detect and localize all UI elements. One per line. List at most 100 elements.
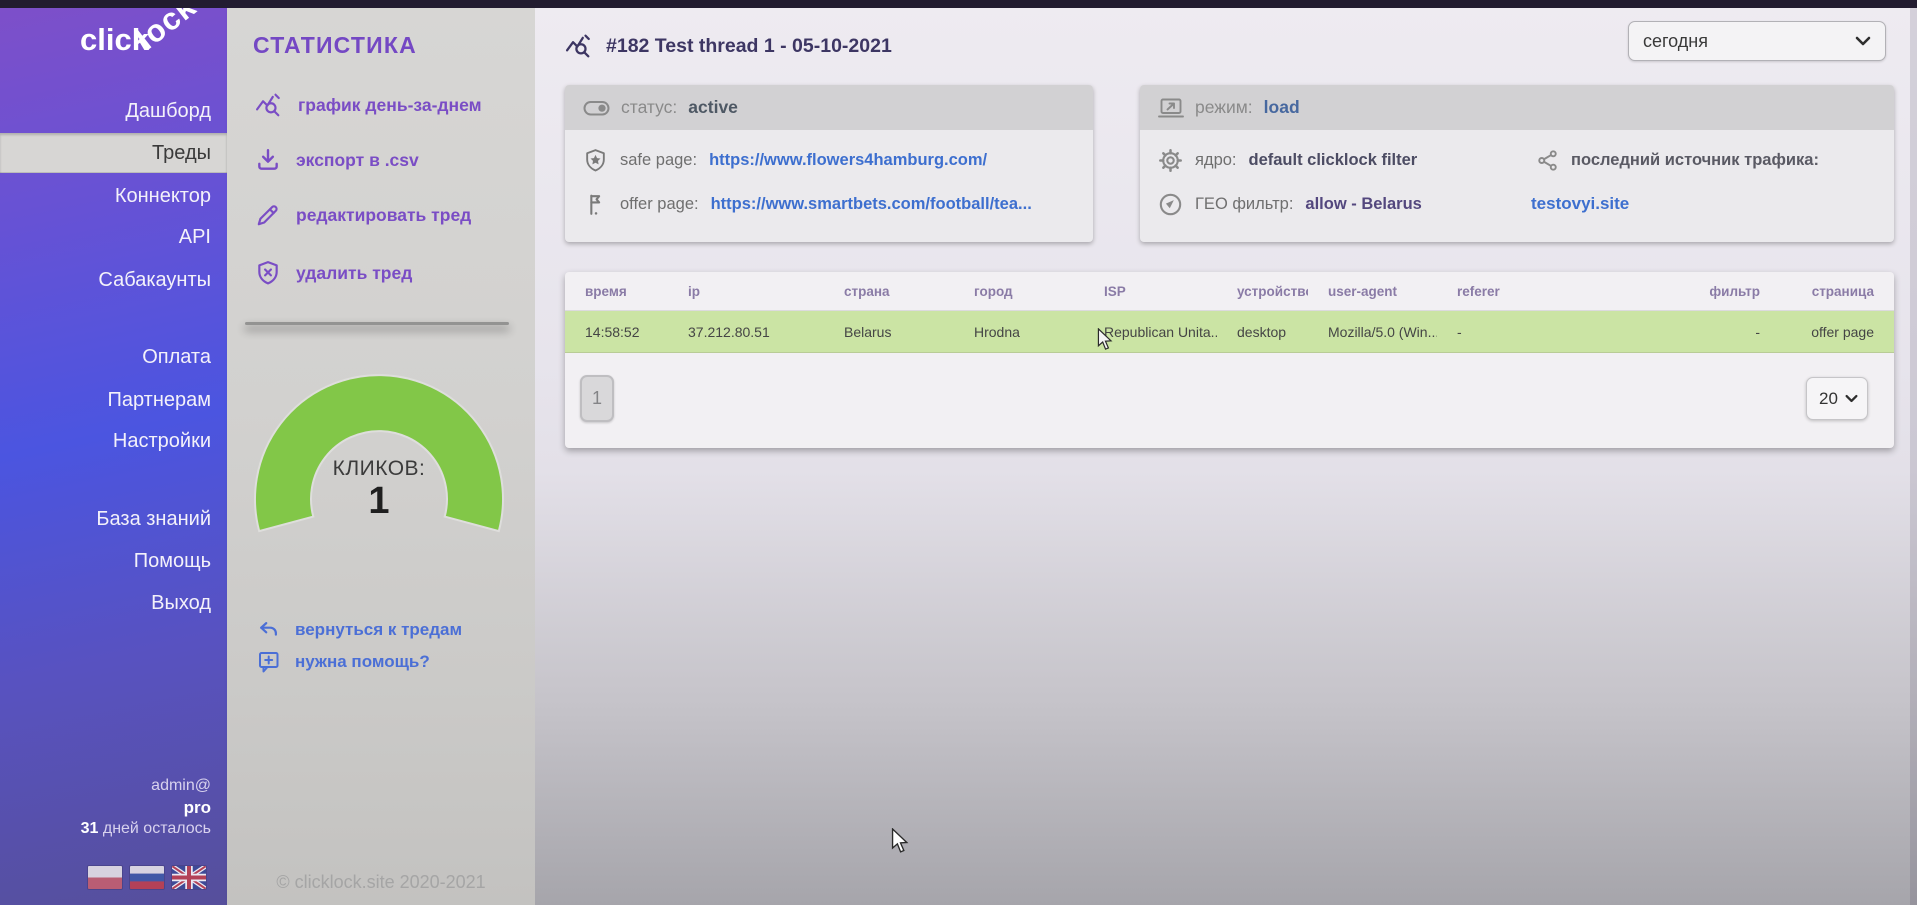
shield-x-icon [255, 260, 281, 286]
sidebar-item-dashboard[interactable]: Дашборд [0, 91, 227, 131]
chevron-down-icon [1845, 394, 1858, 403]
status-value: active [688, 97, 738, 118]
sidebar-item-partners[interactable]: Партнерам [0, 380, 227, 420]
col-device: устройство [1217, 272, 1308, 311]
sidebar-item-logout[interactable]: Выход [0, 583, 227, 623]
clicklock-logo: clicklock [80, 22, 215, 58]
date-range-select[interactable]: сегодня [1628, 21, 1886, 61]
traffic-source-link[interactable]: testovyi.site [1531, 194, 1629, 214]
page-size-select[interactable]: 20 [1806, 377, 1868, 420]
russian-flag-icon[interactable] [130, 866, 164, 889]
geo-value: allow - Belarus [1305, 195, 1421, 214]
gear-icon [1158, 148, 1183, 173]
col-page: страница [1790, 272, 1894, 311]
uk-flag-icon[interactable] [172, 866, 206, 889]
safe-page-link[interactable]: https://www.flowers4hamburg.com/ [709, 151, 987, 170]
chart-search-icon [565, 33, 593, 59]
traffic-source-label: последний источник трафика: [1571, 151, 1819, 170]
clicks-table-panel: время ip страна город ISP устройство use… [565, 272, 1894, 448]
pencil-icon [255, 202, 281, 228]
action-label: удалить тред [296, 263, 412, 284]
col-time: время [565, 272, 668, 311]
sidebar-item-api[interactable]: API [0, 217, 227, 257]
col-user-agent: user-agent [1308, 272, 1437, 311]
cell-device: desktop [1217, 311, 1308, 353]
offer-page-row: offer page: https://www.smartbets.com/fo… [583, 189, 1032, 219]
sidebar-item-threads[interactable]: Треды [0, 133, 227, 173]
delete-thread-action[interactable]: удалить тред [255, 258, 412, 288]
col-referer: referer [1437, 272, 1675, 311]
traffic-source-row: последний источник трафика: [1536, 145, 1819, 175]
mode-value: load [1264, 97, 1300, 118]
account-days-left: 31 дней осталось [0, 818, 211, 840]
status-label: статус: [621, 97, 677, 118]
edit-thread-action[interactable]: редактировать тред [255, 200, 471, 230]
date-range-value: сегодня [1643, 31, 1708, 52]
col-filter: фильтр [1675, 272, 1790, 311]
need-help-link[interactable]: нужна помощь? [257, 647, 430, 677]
core-filter-row: ядро: default clicklock filter [1158, 145, 1417, 175]
account-info: admin@ pro 31 дней осталось [0, 775, 211, 840]
sidebar-item-subaccounts[interactable]: Сабакаунты [0, 260, 227, 300]
account-email: admin@ [0, 775, 211, 797]
account-plan: pro [0, 797, 211, 819]
cell-referer: - [1437, 311, 1675, 353]
col-country: страна [824, 272, 954, 311]
stats-title: СТАТИСТИКА [253, 32, 417, 59]
table-row[interactable]: 14:58:52 37.212.80.51 Belarus Hrodna Rep… [565, 311, 1894, 353]
sidebar-item-settings[interactable]: Настройки [0, 421, 227, 461]
page-size-value: 20 [1819, 389, 1838, 409]
sidebar: clicklock Дашборд Треды Коннектор API Са… [0, 0, 227, 905]
core-label: ядро: [1195, 151, 1237, 170]
polish-flag-icon[interactable] [88, 866, 122, 889]
back-to-threads-link[interactable]: вернуться к тредам [257, 615, 462, 645]
mouse-cursor [1095, 328, 1115, 351]
safe-page-label: safe page: [620, 151, 697, 170]
safe-page-row: safe page: https://www.flowers4hamburg.c… [583, 145, 987, 175]
offer-page-label: offer page: [620, 195, 699, 214]
mode-card-header: режим: load [1140, 85, 1894, 130]
chevron-down-icon [1855, 36, 1871, 46]
mouse-cursor [889, 828, 911, 854]
offer-page-link[interactable]: https://www.smartbets.com/football/tea..… [711, 195, 1032, 214]
clicks-gauge: КЛИКОВ: 1 [251, 371, 507, 543]
traffic-source-value-row: testovyi.site [1531, 189, 1629, 219]
status-card: статус: active safe page: https://www.fl… [565, 85, 1093, 242]
globe-geo-icon [1158, 192, 1183, 217]
video-top-strip [0, 0, 1917, 8]
sidebar-item-help[interactable]: Помощь [0, 541, 227, 581]
gauge-value: 1 [251, 481, 507, 521]
table-header-row: время ip страна город ISP устройство use… [565, 272, 1894, 311]
help-bubble-icon [257, 650, 281, 674]
export-csv-action[interactable]: экспорт в .csv [255, 145, 419, 175]
cell-user-agent: Mozilla/5.0 (Win... [1308, 311, 1437, 353]
link-label: вернуться к тредам [295, 620, 462, 640]
action-label: экспорт в .csv [296, 150, 419, 171]
language-switcher [88, 866, 206, 889]
cell-filter: - [1675, 311, 1790, 353]
core-value: default clicklock filter [1249, 151, 1418, 170]
right-edge-shade [1910, 0, 1917, 905]
action-label: редактировать тред [296, 205, 471, 226]
status-card-header: статус: active [565, 85, 1093, 130]
mode-label: режим: [1195, 97, 1253, 118]
chart-search-icon [255, 92, 283, 118]
sidebar-item-connector[interactable]: Коннектор [0, 176, 227, 216]
toggle-icon [583, 99, 610, 117]
pagination-page-1-button[interactable]: 1 [580, 375, 614, 422]
clicks-table: время ip страна город ISP устройство use… [565, 272, 1894, 353]
sidebar-item-payment[interactable]: Оплата [0, 337, 227, 377]
sidebar-item-knowledge-base[interactable]: База знаний [0, 499, 227, 539]
chart-day-by-day-action[interactable]: график день-за-днем [255, 90, 482, 120]
stats-panel: СТАТИСТИКА график день-за-днем экспорт в… [227, 0, 535, 905]
copyright-footer: © clicklock.site 2020-2021 [227, 872, 535, 893]
divider [245, 322, 509, 325]
shield-star-icon [583, 148, 608, 173]
download-icon [255, 147, 281, 173]
cell-ip: 37.212.80.51 [668, 311, 824, 353]
flag-icon [583, 192, 608, 217]
geo-filter-row: ГЕО фильтр: allow - Belarus [1158, 189, 1422, 219]
col-city: город [954, 272, 1084, 311]
thread-header: #182 Test thread 1 - 05-10-2021 [565, 32, 892, 60]
col-ip: ip [668, 272, 824, 311]
